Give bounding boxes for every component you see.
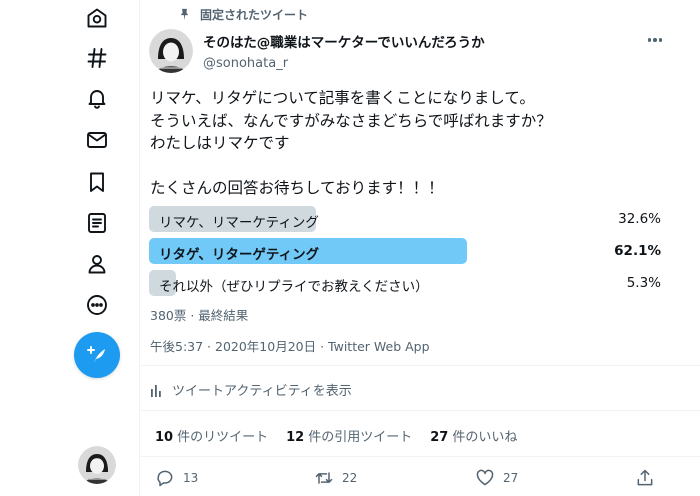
poll-option-percent: 62.1%	[614, 243, 661, 259]
quotes-count: 12	[286, 430, 305, 445]
tweet-actions: 13 22 27	[141, 458, 700, 496]
likes-count: 27	[430, 430, 449, 445]
left-nav	[0, 0, 140, 496]
quotes-stat[interactable]: 12 件の引用ツイート	[286, 426, 412, 445]
list-icon	[88, 213, 106, 233]
more-dot	[658, 38, 663, 42]
more-options-button[interactable]	[644, 33, 666, 47]
envelope-icon	[87, 132, 107, 148]
feather-plus-icon	[87, 346, 105, 363]
quotes-label: 件の引用ツイート	[308, 430, 413, 445]
share-button[interactable]	[635, 468, 655, 488]
poll-option-label: リタゲ、リターゲティング	[159, 247, 320, 263]
home-icon	[87, 8, 107, 28]
likes-stat[interactable]: 27 件のいいね	[430, 426, 517, 445]
reply-count: 13	[183, 471, 199, 485]
retweet-icon	[315, 472, 333, 484]
author-info[interactable]: そのはた@職業はマーケターでいいんだろうか @sonohata_r	[203, 31, 485, 71]
account-avatar[interactable]	[78, 446, 116, 484]
poll: リマケ、リマーケティング 32.6% リタゲ、リターゲティング 62.1% それ…	[149, 206, 661, 302]
more-circle-icon	[87, 295, 107, 315]
nav-explore[interactable]	[84, 45, 110, 71]
divider	[141, 410, 700, 411]
engagement-stats: 10 件のリツイート 12 件の引用ツイート 27 件のいいね	[155, 426, 517, 445]
like-count: 27	[503, 471, 519, 485]
reply-button[interactable]: 13	[155, 468, 198, 488]
nav-lists[interactable]	[84, 210, 110, 236]
retweets-stat[interactable]: 10 件のリツイート	[155, 426, 268, 445]
nav-home[interactable]	[84, 5, 110, 31]
person-icon	[88, 255, 106, 274]
more-dot	[653, 38, 657, 42]
likes-label: 件のいいね	[452, 430, 518, 445]
pin-icon	[180, 8, 189, 21]
tweet-activity-link[interactable]: ツイートアクティビティを表示	[150, 380, 352, 399]
poll-option: リタゲ、リターゲティング 62.1%	[149, 238, 661, 264]
compose-tweet-button[interactable]	[74, 332, 120, 378]
nav-notifications[interactable]	[84, 85, 110, 111]
analytics-icon	[151, 384, 161, 397]
tweet-timestamp[interactable]: 午後5:37 · 2020年10月20日 · Twitter Web App	[150, 336, 430, 355]
poll-option-percent: 32.6%	[618, 211, 661, 227]
divider	[141, 456, 700, 457]
reply-icon	[157, 470, 173, 487]
author-display-name[interactable]: そのはた@職業はマーケターでいいんだろうか	[203, 31, 485, 51]
poll-option: リマケ、リマーケティング 32.6%	[149, 206, 661, 232]
pinned-label: 固定されたツイート	[200, 8, 309, 22]
poll-meta: 380票 · 最終結果	[150, 308, 249, 323]
tweet-activity-label: ツイートアクティビティを表示	[172, 384, 352, 399]
nav-bookmarks[interactable]	[84, 169, 110, 195]
author-handle[interactable]: @sonohata_r	[203, 56, 485, 71]
divider	[141, 365, 700, 366]
retweets-label: 件のリツイート	[177, 430, 269, 445]
retweet-button[interactable]: 22	[314, 468, 357, 488]
nav-messages[interactable]	[84, 127, 110, 153]
more-dot	[647, 38, 652, 42]
bell-icon	[88, 90, 106, 109]
hashtag-icon	[87, 48, 107, 68]
poll-option-percent: 5.3%	[626, 275, 661, 291]
pinned-indicator: 固定されたツイート	[177, 6, 308, 23]
heart-icon	[476, 469, 494, 486]
like-button[interactable]: 27	[475, 468, 518, 488]
bookmark-icon	[90, 172, 104, 192]
tweet-detail: 固定されたツイート そのはた@職業はマーケターでいいんだろうか @sonohat…	[141, 0, 700, 496]
poll-option: それ以外（ぜひリプライでお教えください） 5.3%	[149, 270, 661, 296]
retweet-count: 22	[342, 471, 358, 485]
tweet-text: リマケ、リタゲについて記事を書くことになりまして。 そういえば、なんですがみなさ…	[150, 89, 552, 197]
poll-option-label: それ以外（ぜひリプライでお教えください）	[159, 279, 429, 295]
author-avatar[interactable]	[149, 29, 193, 73]
poll-option-label: リマケ、リマーケティング	[159, 215, 319, 231]
nav-profile[interactable]	[84, 251, 110, 277]
retweets-count: 10	[155, 430, 174, 445]
share-icon	[637, 469, 653, 486]
nav-more[interactable]	[84, 292, 110, 318]
